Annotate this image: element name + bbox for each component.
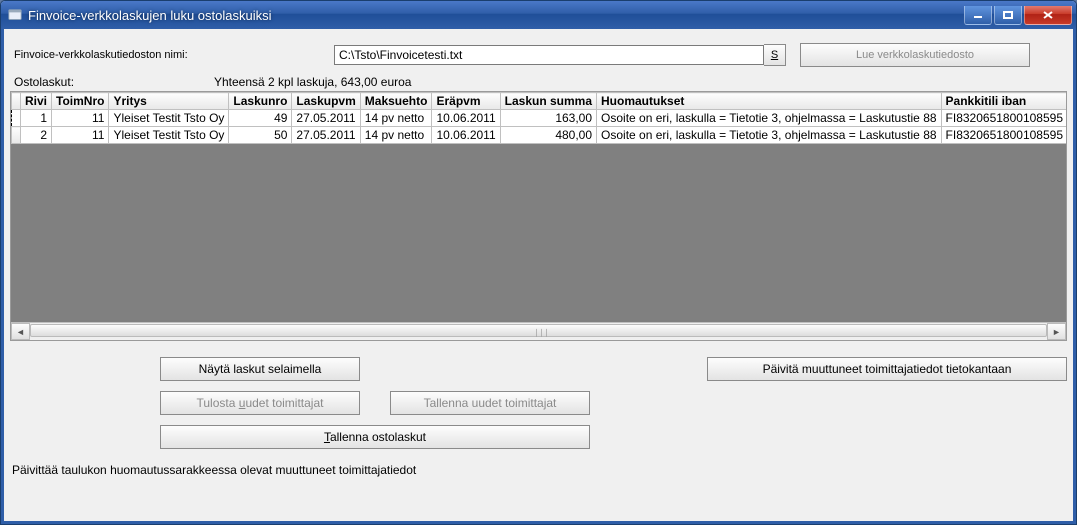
client-area: Finvoice-verkkolaskutiedoston nimi: S Lu…	[1, 29, 1076, 524]
update-suppliers-button[interactable]: Päivitä muuttuneet toimittajatiedot tiet…	[707, 357, 1067, 381]
col-toimnro[interactable]: ToimNro	[52, 93, 109, 110]
read-file-button[interactable]: Lue verkkolaskutiedosto	[800, 43, 1030, 67]
col-yritys[interactable]: Yritys	[109, 93, 229, 110]
print-new-suppliers-button[interactable]: Tulosta uudet toimittajat	[160, 391, 360, 415]
save-invoices-button[interactable]: Tallenna ostolaskut	[160, 425, 590, 449]
show-in-browser-button[interactable]: Näytä laskut selaimella	[160, 357, 360, 381]
invoice-grid[interactable]: Rivi ToimNro Yritys Laskunro Laskupvm Ma…	[10, 91, 1067, 341]
col-laskupvm[interactable]: Laskupvm	[292, 93, 360, 110]
col-huom[interactable]: Huomautukset	[597, 93, 942, 110]
table-row[interactable]: 2 11 Yleiset Testit Tsto Oy 50 27.05.201…	[12, 127, 1068, 144]
window-title: Finvoice-verkkolaskujen luku ostolaskuik…	[28, 8, 272, 23]
header-row: Rivi ToimNro Yritys Laskunro Laskupvm Ma…	[12, 93, 1068, 110]
save-new-suppliers-button[interactable]: Tallenna uudet toimittajat	[390, 391, 590, 415]
browse-s-button[interactable]: S	[764, 44, 786, 66]
grid-empty-area	[11, 144, 1066, 341]
minimize-button[interactable]	[964, 6, 992, 25]
maximize-button[interactable]	[994, 6, 1022, 25]
grid-summary: Yhteensä 2 kpl laskuja, 643,00 euroa	[214, 75, 411, 89]
file-path-input[interactable]	[334, 45, 764, 65]
scroll-left-icon[interactable]: ◄	[11, 323, 30, 340]
col-maksuehto[interactable]: Maksuehto	[360, 93, 432, 110]
status-text: Päivittää taulukon huomautussarakkeessa …	[10, 463, 1067, 477]
row-selector[interactable]	[12, 110, 21, 127]
scroll-right-icon[interactable]: ►	[1047, 323, 1066, 340]
close-button[interactable]	[1024, 6, 1072, 25]
col-erapvm[interactable]: Eräpvm	[432, 93, 500, 110]
col-iban[interactable]: Pankkitili iban	[941, 93, 1067, 110]
file-label: Finvoice-verkkolaskutiedoston nimi:	[14, 49, 334, 61]
app-window: Finvoice-verkkolaskujen luku ostolaskuik…	[0, 0, 1077, 525]
row-selector[interactable]	[12, 127, 21, 144]
app-icon	[7, 7, 23, 23]
col-summa[interactable]: Laskun summa	[500, 93, 596, 110]
col-rivi[interactable]: Rivi	[21, 93, 52, 110]
horizontal-scrollbar[interactable]: ◄ ∣∣∣ ►	[11, 322, 1066, 340]
col-laskunro[interactable]: Laskunro	[229, 93, 292, 110]
grid-label: Ostolaskut:	[14, 75, 214, 89]
title-bar[interactable]: Finvoice-verkkolaskujen luku ostolaskuik…	[1, 1, 1076, 30]
table-row[interactable]: 1 11 Yleiset Testit Tsto Oy 49 27.05.201…	[12, 110, 1068, 127]
